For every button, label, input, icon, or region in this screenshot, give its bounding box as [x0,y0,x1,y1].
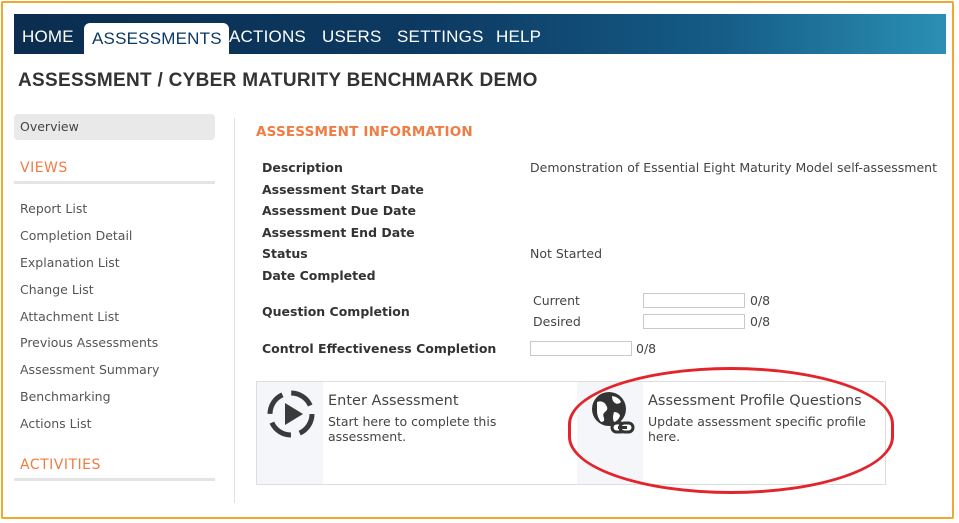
sidebar-item-attachment-list[interactable]: Attachment List [20,309,119,324]
top-navbar: HOME ASSESSMENTS ACTIONS USERS SETTINGS … [14,14,946,54]
sidebar-overview[interactable]: Overview [14,114,215,140]
sidebar-item-explanation-list[interactable]: Explanation List [20,255,120,270]
page-title: ASSESSMENT / CYBER MATURITY BENCHMARK DE… [18,70,538,91]
views-divider [14,181,215,184]
sidebar-item-benchmarking[interactable]: Benchmarking [20,389,111,404]
nav-assessments[interactable]: ASSESSMENTS [84,23,229,54]
nav-actions[interactable]: ACTIONS [221,14,314,54]
sidebar-item-change-list[interactable]: Change List [20,282,94,297]
sidebar-item-actions-list[interactable]: Actions List [20,416,91,431]
nav-users[interactable]: USERS [314,14,390,54]
nav-settings[interactable]: SETTINGS [389,14,492,54]
highlight-annotation [568,367,894,494]
sidebar-item-assessment-summary[interactable]: Assessment Summary [20,362,159,377]
assessment-info-title: ASSESSMENT INFORMATION [256,124,473,140]
sidebar-item-completion-detail[interactable]: Completion Detail [20,228,132,243]
play-circle-icon [267,390,315,438]
activities-divider [14,478,215,481]
sidebar-divider [234,118,235,503]
description-label: Description [262,160,343,175]
question-completion-label: Question Completion [262,304,410,319]
desired-value: 0/8 [750,314,771,329]
enter-assessment-title[interactable]: Enter Assessment [328,393,459,409]
current-value: 0/8 [750,293,771,308]
status-value: Not Started [530,246,603,261]
control-value: 0/8 [636,341,657,356]
sidebar-item-previous-assessments[interactable]: Previous Assessments [20,335,158,350]
end-date-label: Assessment End Date [262,225,415,240]
control-effectiveness-label: Control Effectiveness Completion [262,341,497,356]
current-label: Current [533,293,580,308]
activities-heading: ACTIVITIES [20,457,101,473]
desired-progress-bar [643,314,745,329]
desired-label: Desired [533,314,581,329]
status-label: Status [262,246,308,261]
nav-help[interactable]: HELP [488,14,549,54]
enter-assessment-desc: Start here to complete this assessment. [328,414,497,444]
sidebar-item-report-list[interactable]: Report List [20,201,87,216]
start-date-label: Assessment Start Date [262,182,424,197]
date-completed-label: Date Completed [262,268,376,283]
views-heading: VIEWS [20,160,68,176]
description-value: Demonstration of Essential Eight Maturit… [530,160,937,175]
current-progress-bar [643,293,745,308]
due-date-label: Assessment Due Date [262,203,417,218]
nav-home[interactable]: HOME [14,14,82,54]
control-progress-bar [530,341,632,356]
